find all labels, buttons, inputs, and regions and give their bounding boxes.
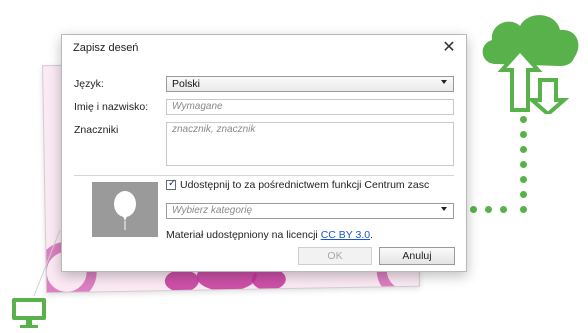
dropdown-arrow-icon [441, 207, 447, 211]
computer-monitor-icon [12, 298, 46, 328]
tags-placeholder: znacznik, znacznik [172, 124, 256, 135]
language-select[interactable]: Polski [166, 76, 454, 92]
category-select[interactable]: Wybierz kategorię [166, 203, 454, 219]
share-label: Udostępnij to za pośrednictwem funkcji C… [180, 179, 430, 191]
language-value: Polski [172, 78, 201, 90]
ok-button[interactable]: OK [298, 247, 372, 265]
dialog-body: Język: Polski Imię i nazwisko: Wymagane … [70, 61, 458, 265]
share-checkbox[interactable]: ✓ [166, 178, 177, 190]
category-placeholder: Wybierz kategorię [172, 205, 253, 216]
checkmark-icon: ✓ [168, 178, 177, 189]
cancel-button[interactable]: Anuluj [379, 247, 455, 265]
balloon-placeholder-icon [114, 191, 136, 230]
name-placeholder: Wymagane [172, 101, 223, 112]
language-label: Język: [74, 78, 104, 90]
pattern-thumbnail [92, 182, 158, 237]
save-pattern-dialog: Zapisz deseń ✕ Język: Polski Imię i nazw… [61, 34, 467, 272]
dropdown-arrow-icon [441, 80, 447, 84]
dialog-title: Zapisz deseń [73, 42, 139, 54]
licence-text: Materiał udostępniony na licencji CC BY … [166, 229, 373, 241]
tags-label: Znaczniki [74, 124, 119, 136]
cloud-sync-icon [482, 15, 579, 114]
close-icon[interactable]: ✕ [440, 38, 458, 56]
licence-suffix: . [370, 229, 374, 241]
name-input[interactable]: Wymagane [166, 99, 454, 115]
licence-prefix: Materiał udostępniony na licencji [166, 229, 318, 241]
tags-input[interactable]: znacznik, znacznik [166, 122, 454, 166]
section-divider [74, 175, 454, 176]
licence-link[interactable]: CC BY 3.0 [321, 229, 370, 241]
name-label: Imię i nazwisko: [74, 101, 149, 113]
dialog-titlebar: Zapisz deseń ✕ [62, 35, 466, 59]
pattern-petal [164, 269, 200, 293]
